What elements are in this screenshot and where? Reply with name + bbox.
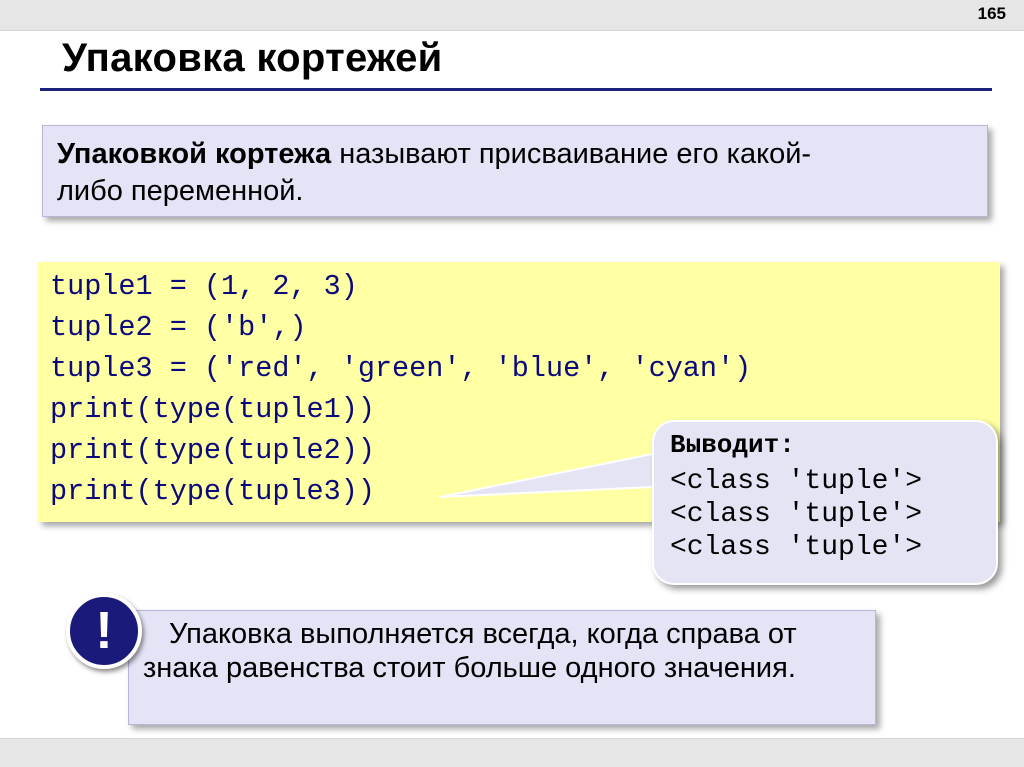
callout-heading: Выводит: [670, 430, 795, 460]
exclamation-icon: ! [66, 593, 142, 669]
callout-output-line: <class 'tuple'> [670, 466, 923, 497]
note-text: Упаковка выполняется всегда, когда справ… [143, 618, 797, 684]
note-box: Упаковка выполняется всегда, когда справ… [128, 610, 876, 725]
exclamation-symbol: ! [95, 602, 113, 660]
callout-output-line: <class 'tuple'> [670, 499, 923, 530]
callout-output-line: <class 'tuple'> [670, 532, 923, 563]
bottom-strip [0, 738, 1024, 767]
output-callout: Выводит: <class 'tuple'> <class 'tuple'>… [652, 420, 998, 585]
